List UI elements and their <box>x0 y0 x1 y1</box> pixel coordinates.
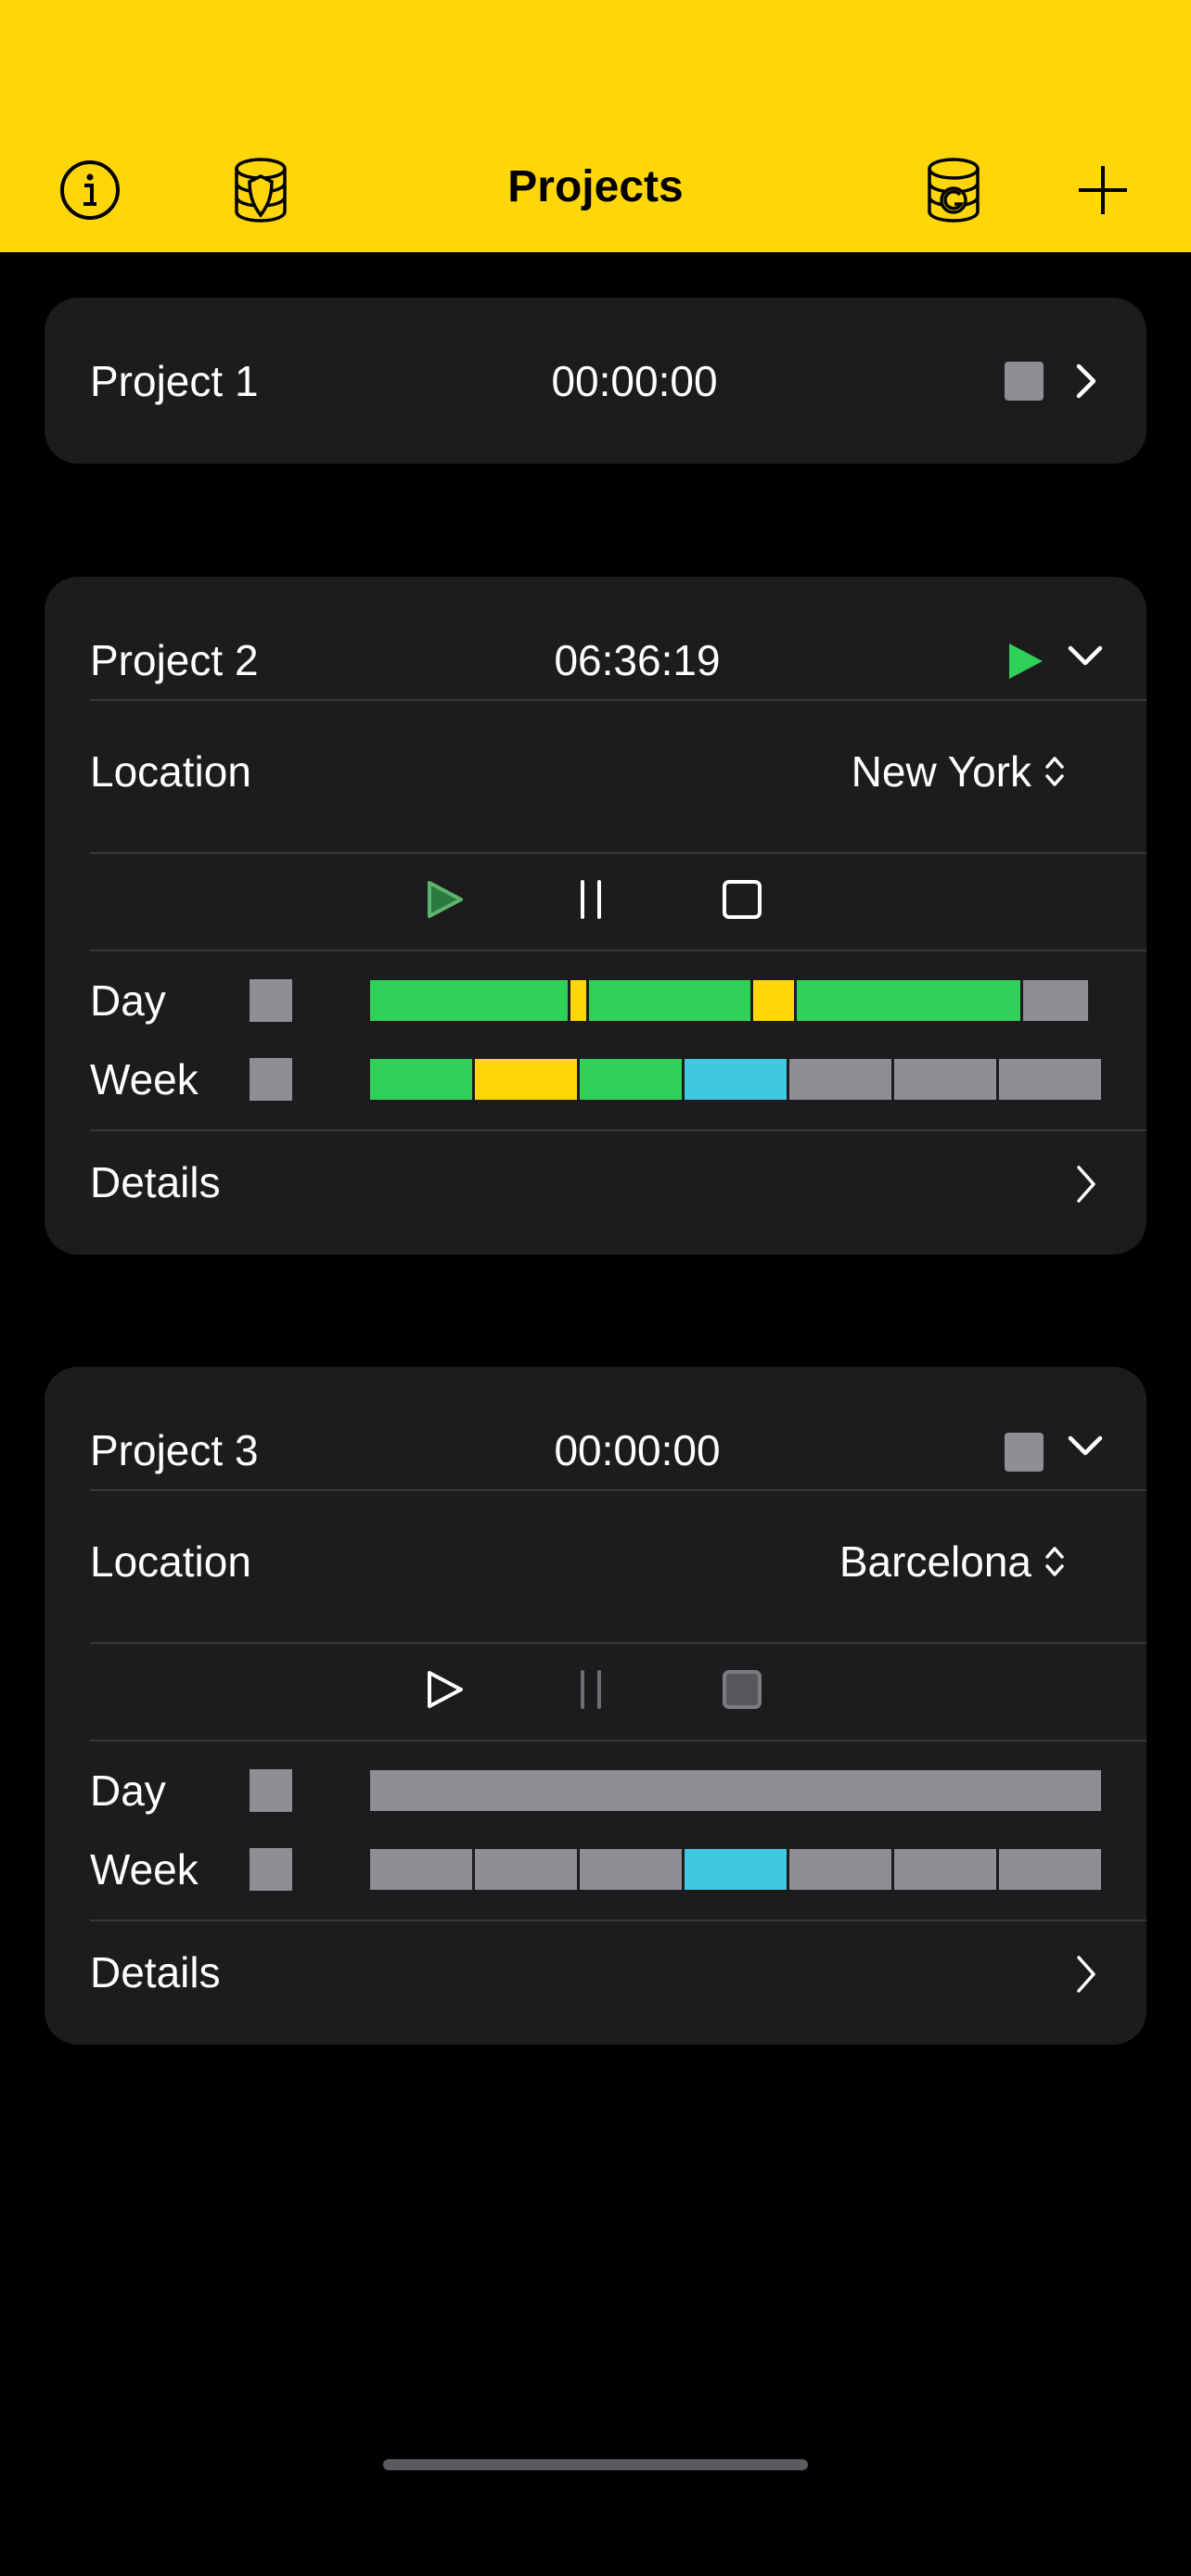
day-segment-yellow <box>570 980 586 1021</box>
day-label: Day <box>90 1766 166 1815</box>
nav-header: Projects <box>0 0 1191 252</box>
week-day-segment-green <box>580 1059 682 1100</box>
location-value: New York <box>851 747 1031 796</box>
day-legend-swatch <box>250 1769 292 1812</box>
day-label: Day <box>90 976 166 1025</box>
week-label: Week <box>90 1055 198 1103</box>
project-timer: 06:36:19 <box>554 636 721 684</box>
divider <box>90 852 1146 854</box>
week-day-segment-gray <box>580 1849 682 1890</box>
database-g-icon[interactable] <box>921 158 986 223</box>
week-day-segment-gray <box>475 1849 577 1890</box>
play-button[interactable] <box>425 1669 466 1715</box>
week-label: Week <box>90 1845 198 1894</box>
stop-status-icon <box>1005 1433 1044 1472</box>
location-picker[interactable]: Barcelona <box>839 1534 1065 1589</box>
week-day-segment-cyan <box>685 1849 787 1890</box>
details-label: Details <box>90 1158 221 1206</box>
week-timeline-bar <box>370 1849 1101 1890</box>
location-value: Barcelona <box>839 1537 1031 1586</box>
week-timeline-bar <box>370 1059 1101 1100</box>
day-segment-green <box>797 980 1020 1021</box>
day-legend-swatch <box>250 979 292 1022</box>
day-timeline-bar <box>370 1770 1101 1811</box>
week-day-segment-green <box>370 1059 472 1100</box>
home-indicator[interactable] <box>383 2459 808 2470</box>
week-day-segment-cyan <box>685 1059 787 1100</box>
location-label: Location <box>90 747 251 796</box>
location-picker[interactable]: New York <box>852 744 1065 799</box>
day-timeline-bar <box>370 980 1101 1021</box>
running-play-icon <box>1005 642 1044 685</box>
project-card: Project 2 06:36:19 Location New York Day… <box>45 577 1146 1255</box>
stop-button[interactable] <box>722 1669 762 1715</box>
divider <box>90 699 1146 701</box>
day-segment-gray <box>1022 980 1089 1021</box>
project-name: Project 1 <box>90 357 259 405</box>
day-segment-yellow <box>752 980 795 1021</box>
week-day-segment-gray <box>999 1849 1101 1890</box>
week-day-segment-gray <box>789 1059 891 1100</box>
divider <box>90 1642 1146 1644</box>
chevron-right-icon[interactable] <box>1074 363 1098 404</box>
project-card[interactable]: Project 1 00:00:00 <box>45 298 1146 464</box>
week-legend-swatch <box>250 1848 292 1891</box>
week-day-segment-gray <box>894 1059 996 1100</box>
chevron-right-icon <box>1074 1954 1098 1999</box>
stop-button[interactable] <box>722 879 762 925</box>
chevron-down-icon[interactable] <box>1067 644 1104 672</box>
stop-status-icon <box>1005 362 1044 401</box>
project-card: Project 3 00:00:00 Location Barcelona Da… <box>45 1367 1146 2045</box>
page-title: Projects <box>507 162 684 211</box>
week-day-segment-yellow <box>475 1059 577 1100</box>
pause-button[interactable] <box>573 879 610 925</box>
chevron-down-icon[interactable] <box>1067 1434 1104 1462</box>
up-down-chevron-icon <box>1045 757 1064 786</box>
week-day-segment-gray <box>789 1849 891 1890</box>
divider <box>90 1489 1146 1491</box>
project-name: Project 2 <box>90 636 259 684</box>
day-segment-green <box>588 980 750 1021</box>
details-row[interactable]: Details <box>45 1919 1146 2045</box>
up-down-chevron-icon <box>1045 1547 1064 1576</box>
divider <box>90 950 1146 951</box>
divider <box>90 1740 1146 1741</box>
details-row[interactable]: Details <box>45 1129 1146 1255</box>
week-day-segment-gray <box>999 1059 1101 1100</box>
project-timer: 00:00:00 <box>551 357 718 405</box>
play-button[interactable] <box>425 879 466 925</box>
day-segment-gray <box>370 1770 1101 1811</box>
details-label: Details <box>90 1948 221 1996</box>
day-segment-green <box>370 980 569 1021</box>
week-day-segment-gray <box>894 1849 996 1890</box>
plus-icon[interactable] <box>1070 158 1135 223</box>
project-timer: 00:00:00 <box>554 1426 721 1474</box>
chevron-right-icon <box>1074 1164 1098 1209</box>
pause-button[interactable] <box>573 1669 610 1715</box>
project-name: Project 3 <box>90 1426 259 1474</box>
week-legend-swatch <box>250 1058 292 1101</box>
week-day-segment-gray <box>370 1849 472 1890</box>
location-label: Location <box>90 1537 251 1586</box>
